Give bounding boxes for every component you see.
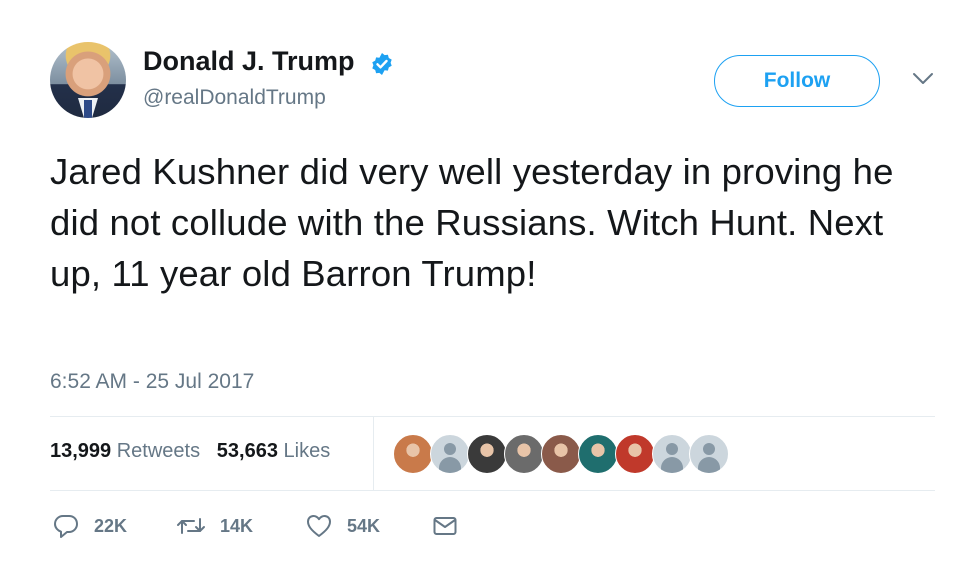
like-count: 54K: [347, 516, 381, 536]
divider-top: [50, 416, 935, 417]
retweet-action[interactable]: 14K: [176, 510, 253, 542]
retweet-icon: [177, 518, 205, 534]
retweets-label: Retweets: [116, 440, 201, 462]
tweet-stats: 13,999 Retweets 53,663 Likes: [50, 439, 330, 463]
reply-count: 22K: [94, 516, 128, 536]
liker-avatar[interactable]: [430, 434, 470, 474]
chevron-down-icon[interactable]: [912, 72, 934, 86]
author-name[interactable]: Donald J. Trump: [143, 46, 355, 76]
direct-message-action[interactable]: [431, 510, 459, 542]
divider-bottom: [50, 490, 935, 491]
liker-avatar[interactable]: [541, 434, 581, 474]
liker-avatar[interactable]: [689, 434, 729, 474]
likes-label: Likes: [283, 440, 331, 462]
likes-stat[interactable]: 53,663 Likes: [217, 440, 330, 462]
retweets-count: 13,999: [50, 440, 112, 462]
retweet-count: 14K: [220, 516, 254, 536]
stats-separator: [373, 417, 374, 490]
avatar-tie: [84, 100, 92, 118]
liker-avatar[interactable]: [504, 434, 544, 474]
liker-avatar[interactable]: [578, 434, 618, 474]
liker-avatar[interactable]: [615, 434, 655, 474]
heart-icon: [307, 515, 331, 537]
reply-icon: [54, 515, 78, 538]
envelope-icon: [433, 517, 457, 535]
likes-count: 53,663: [216, 440, 278, 462]
like-action[interactable]: 54K: [305, 510, 380, 542]
verified-badge-icon: [372, 53, 392, 75]
tweet-text: Jared Kushner did very well yesterday in…: [50, 151, 894, 294]
author-avatar[interactable]: [50, 42, 126, 118]
liker-avatar[interactable]: [467, 434, 507, 474]
reply-action[interactable]: 22K: [52, 510, 127, 542]
retweets-stat[interactable]: 13,999 Retweets: [50, 440, 200, 462]
liker-avatar[interactable]: [652, 434, 692, 474]
liker-avatar[interactable]: [393, 434, 433, 474]
follow-button[interactable]: Follow: [714, 55, 880, 107]
tweet-timestamp[interactable]: 6:52 AM - 25 Jul 2017: [50, 370, 254, 394]
author-handle[interactable]: @realDonaldTrump: [143, 86, 326, 110]
